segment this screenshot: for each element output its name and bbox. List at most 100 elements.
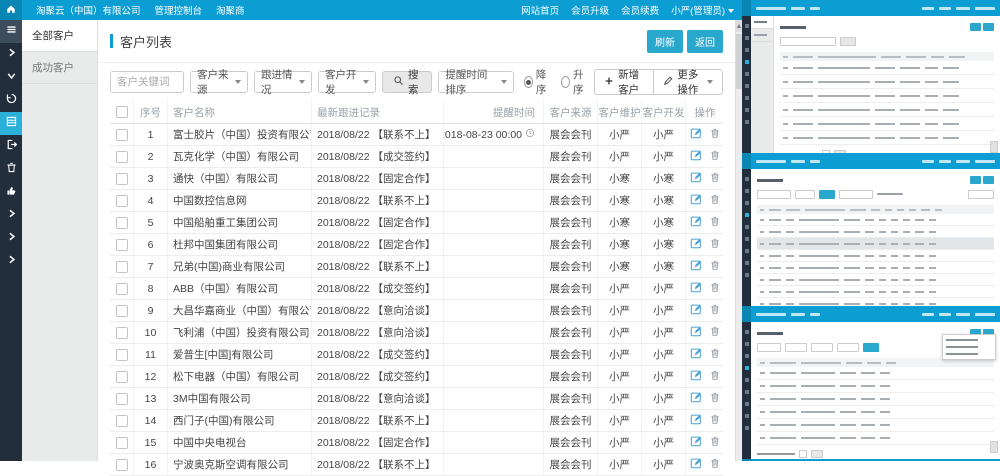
sidebar-menu-item[interactable] (0, 20, 22, 43)
sidebar-chevron-down-item[interactable] (0, 66, 22, 89)
delete-icon-button[interactable] (709, 237, 721, 252)
row-checkbox[interactable] (116, 283, 128, 295)
delete-icon-button[interactable] (709, 193, 721, 208)
delete-icon-button[interactable] (709, 127, 721, 142)
row-checkbox[interactable] (116, 415, 128, 427)
row-checkbox[interactable] (116, 173, 128, 185)
row-checkbox[interactable] (116, 327, 128, 339)
edit-icon-button[interactable] (690, 171, 702, 186)
row-checkbox[interactable] (116, 129, 128, 141)
sidebar-chevron-right-item[interactable] (0, 43, 22, 66)
edit-icon-button[interactable] (690, 259, 702, 274)
row-checkbox[interactable] (116, 437, 128, 449)
preview-table (780, 52, 994, 145)
source-select[interactable]: 客户来源 (190, 71, 248, 93)
admin-console-link[interactable]: 管理控制台 (155, 3, 203, 17)
member-renew-link[interactable]: 会员续费 (621, 3, 659, 17)
delete-icon-button[interactable] (709, 171, 721, 186)
row-checkbox[interactable] (116, 393, 128, 405)
sidebar-history-item[interactable] (0, 89, 22, 112)
sidebar-chevron-right-item[interactable] (0, 204, 22, 227)
row-checkbox[interactable] (116, 305, 128, 317)
sidebar-chevron-right-item[interactable] (0, 250, 22, 273)
table-row: 8ABB（中国）有限公司2018/08/22 【成交签约】展会会刊小严小严 (110, 278, 723, 300)
delete-icon-button[interactable] (709, 413, 721, 428)
delete-icon-button[interactable] (709, 303, 721, 318)
sidebar-logout-item[interactable] (0, 135, 22, 158)
row-checkbox[interactable] (116, 371, 128, 383)
edit-icon-button[interactable] (690, 193, 702, 208)
delete-icon-button[interactable] (709, 325, 721, 340)
cell-remind-time (444, 190, 544, 211)
row-checkbox[interactable] (116, 151, 128, 163)
row-checkbox[interactable] (116, 261, 128, 273)
delete-icon-button[interactable] (709, 457, 721, 472)
cell-source: 展会会刊 (544, 212, 598, 233)
keyword-input[interactable] (110, 71, 184, 93)
table-row: 12松下电器（中国）有限公司2018/08/22 【成交签约】展会会刊小严小严 (110, 366, 723, 388)
shop-link[interactable]: 淘聚商 (216, 3, 245, 17)
edit-icon-button[interactable] (690, 435, 702, 450)
add-customer-button[interactable]: 新增客户 (594, 69, 654, 95)
edit-icon-button[interactable] (690, 237, 702, 252)
row-checkbox[interactable] (116, 459, 128, 471)
sidebar-thumbs-up-item[interactable] (0, 181, 22, 204)
home-button[interactable] (0, 0, 22, 20)
delete-icon-button[interactable] (709, 259, 721, 274)
subnav-item-all-customers[interactable]: 全部客户 (22, 20, 97, 52)
user-menu[interactable]: 小严(管理员) (671, 3, 734, 17)
back-button (983, 23, 994, 31)
delete-icon-button[interactable] (709, 347, 721, 362)
delete-icon-button[interactable] (709, 369, 721, 384)
edit-icon-button[interactable] (690, 149, 702, 164)
header-7: 操作 (686, 101, 724, 123)
edit-icon-button[interactable] (690, 347, 702, 362)
more-actions-button[interactable]: 更多操作 (654, 69, 723, 95)
sidebar-chevron-right-item[interactable] (0, 227, 22, 250)
cell-followup: 2018/08/22 【成交签约】 (312, 344, 444, 365)
delete-icon-button[interactable] (709, 149, 721, 164)
edit-icon-button[interactable] (690, 457, 702, 472)
sidebar-list-item[interactable] (0, 112, 22, 135)
sort-desc-radio[interactable]: 降序 (524, 67, 551, 97)
delete-icon-button[interactable] (709, 281, 721, 296)
edit-icon-button[interactable] (690, 303, 702, 318)
delete-icon-button[interactable] (709, 391, 721, 406)
edit-icon-button[interactable] (690, 413, 702, 428)
search-button (863, 343, 879, 352)
edit-icon-button[interactable] (690, 281, 702, 296)
row-checkbox[interactable] (116, 195, 128, 207)
site-home-link[interactable]: 网站首页 (521, 3, 559, 17)
subnav-item-success-customers[interactable]: 成功客户 (22, 52, 97, 84)
member-upgrade-link[interactable]: 会员升级 (571, 3, 609, 17)
back-button[interactable]: 返回 (687, 30, 723, 53)
preview-window-3[interactable] (742, 306, 1000, 459)
edit-icon-button[interactable] (690, 127, 702, 142)
edit-icon-button[interactable] (690, 215, 702, 230)
delete-icon-button[interactable] (709, 215, 721, 230)
select-all-checkbox[interactable] (116, 106, 128, 118)
search-button[interactable]: 搜索 (382, 71, 432, 93)
remind-sort-select[interactable]: 提醒时间排序 (438, 71, 513, 93)
row-checkbox[interactable] (116, 349, 128, 361)
checkbox-cell (110, 366, 134, 387)
row-checkbox[interactable] (116, 239, 128, 251)
preview-window-2[interactable] (742, 153, 1000, 306)
followup-select[interactable]: 跟进情况 (254, 71, 312, 93)
cell-keeper: 小严 (598, 124, 642, 145)
screen: 淘聚云（中国）有限公司 管理控制台 淘聚商 网站首页 会员升级 会员续费 小严(… (0, 0, 1000, 461)
menu-icon (5, 23, 18, 41)
cell-no: 10 (134, 322, 168, 343)
refresh-button[interactable]: 刷新 (647, 30, 683, 53)
company-name[interactable]: 淘聚云（中国）有限公司 (36, 3, 141, 17)
preview-window-1[interactable] (742, 0, 1000, 153)
edit-icon-button[interactable] (690, 325, 702, 340)
vertical-scrollbar[interactable] (735, 20, 742, 461)
edit-icon-button[interactable] (690, 369, 702, 384)
sidebar-trash-item[interactable] (0, 158, 22, 181)
sort-asc-radio[interactable]: 升序 (561, 67, 588, 97)
develop-select[interactable]: 客户开发 (318, 71, 376, 93)
delete-icon-button[interactable] (709, 435, 721, 450)
edit-icon-button[interactable] (690, 391, 702, 406)
row-checkbox[interactable] (116, 217, 128, 229)
